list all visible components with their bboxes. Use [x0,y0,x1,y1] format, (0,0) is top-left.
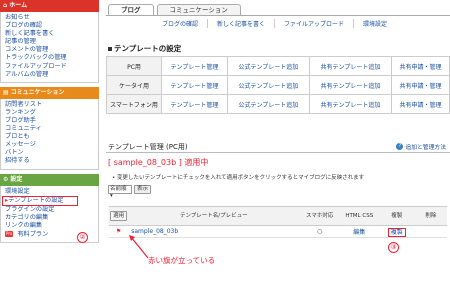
help-link[interactable]: ? 追加と管理方法 [396,142,446,151]
table-header-row: 適用 テンプレート名/プレビュー スマホ対応 HTML CSS 複製 削除 [109,206,447,226]
mobile-shared-template-add-link[interactable]: 共有テンプレート追加 [308,75,392,95]
mobile-template-manage-link[interactable]: テンプレート管理 [161,75,228,95]
sidebar-item-template-settings[interactable]: ▸テンプレートの設定 [2,195,78,206]
pro-badge: Pro [5,231,14,238]
pc-template-manage-link[interactable]: テンプレート管理 [161,56,228,76]
sidebar-item-blog-check[interactable]: ブログの確認 [5,22,98,30]
row-label-mobile: ケータイ用 [106,75,162,95]
smartphone-header: スマホ対応 [299,206,341,226]
row-label-smartphone: スマートフォン用 [106,94,162,114]
template-manage-title: テンプレート管理 (PC用) [108,143,188,151]
sp-shared-template-add-link[interactable]: 共有テンプレート追加 [308,94,392,114]
home-menu: お知らせ ブログの確認 新しく記事を書く 記事の管理 コメントの管理 トラックバ… [0,12,99,83]
sidebar-item-env-settings[interactable]: 環境設定 [5,188,98,196]
square-bullet-icon [108,47,112,51]
copy-header: 複製 [378,206,415,226]
sidebar-item-link-edit[interactable]: リンクの編集 [5,222,98,230]
subnav-file-upload[interactable]: ファイルアップロード [284,19,355,28]
name-header: テンプレート名/プレビュー [128,206,300,226]
tab-blog[interactable]: ブログ [108,4,154,15]
sidebar-item-plugin-settings[interactable]: プラグインの設定 [5,206,98,214]
help-link-label: 追加と管理方法 [405,145,446,151]
smartphone-support-mark: ○ [299,225,341,238]
instruction-note-text: 変更したいテンプレートにチェックを入れて適用ボタンをクリックするとマイブログに反… [117,175,365,181]
sidebar-item-message[interactable]: メッセージ [5,141,98,149]
apply-button[interactable]: 適用 [110,210,128,222]
callout-2: ② [77,232,88,243]
chat-icon: ▤ [3,88,9,96]
sidebar-item-trackback-manage[interactable]: トラックバックの管理 [5,54,98,62]
sub-navigation: ブログの確認 新しく記事を書く ファイルアップロード 環境設定 [162,19,396,28]
show-button[interactable]: 表示 [134,185,152,194]
gear-icon: ⚙ [3,175,9,183]
sort-controls: 名前順 ▾ 表示 [108,185,152,199]
delete-cell [414,225,447,238]
tab-bar: ブログ コミュニケーション [108,4,241,15]
table-row: ケータイ用 テンプレート管理 公式テンプレート追加 共有テンプレート追加 共有申… [106,75,450,95]
sidebar-item-blog-assistant[interactable]: ブログ助手 [5,117,98,125]
template-settings-heading-text: テンプレートの設定 [114,44,182,53]
pc-shared-template-add-link[interactable]: 共有テンプレート追加 [308,56,392,76]
sp-official-template-add-link[interactable]: 公式テンプレート追加 [226,94,310,114]
home-section-header: ⌂ ホーム [0,0,99,12]
mobile-official-template-add-link[interactable]: 公式テンプレート追加 [226,75,310,95]
sidebar-item-community[interactable]: コミュニティ [5,125,98,133]
apply-header: 適用 [109,206,129,226]
settings-section-header: ⚙ 設定 [0,173,99,186]
row-label-pc: PC用 [106,56,162,76]
chevron-down-icon: ▾ [110,193,113,199]
sort-select[interactable]: 名前順 ▾ [108,185,132,199]
sidebar-item-visitors[interactable]: 訪問者リスト [5,101,98,109]
sidebar-item-invite[interactable]: 招待する [5,157,98,165]
delete-header: 削除 [414,206,447,226]
subnav-new-post[interactable]: 新しく記事を書く [217,19,276,28]
settings-section-title: 設定 [10,175,23,183]
template-settings-label: テンプレートの設定 [8,196,64,204]
red-flag-icon: ⚑ [115,228,122,235]
table-row: スマートフォン用 テンプレート管理 公式テンプレート追加 共有テンプレート追加 … [106,94,450,114]
sidebar-item-album-manage[interactable]: アルバムの管理 [5,71,98,79]
pc-share-request-link[interactable]: 共有申請・管理 [390,56,450,76]
home-section-title: ホーム [9,2,28,9]
subnav-blog-check[interactable]: ブログの確認 [162,19,209,28]
copy-cell: 複製 [378,225,415,238]
sidebar-item-ranking[interactable]: ランキング [5,109,98,117]
current-template: [ sample_08_03b ] 適用中 [108,158,209,167]
sidebar-item-category-edit[interactable]: カテゴリの編集 [5,214,98,222]
paid-plan-label: 有料プラン [17,230,49,238]
sidebar-item-protomo[interactable]: プロとも [5,133,98,141]
question-icon: ? [396,143,404,150]
community-menu: 訪問者リスト ランキング ブログ助手 コミュニティ プロとも メッセージ バトン… [0,98,99,170]
community-section-title: コミュニケーション [10,88,65,96]
template-settings-table: PC用 テンプレート管理 公式テンプレート追加 共有テンプレート追加 共有申請・… [106,56,450,114]
sp-template-manage-link[interactable]: テンプレート管理 [161,94,228,114]
edit-link[interactable]: 編集 [340,225,379,238]
annotation-text: 赤い旗が立っている [148,256,216,265]
template-settings-heading: テンプレートの設定 [108,43,181,54]
callout-3: ③ [388,242,399,253]
home-icon: ⌂ [3,2,8,9]
sidebar: ⌂ ホーム お知らせ ブログの確認 新しく記事を書く 記事の管理 コメントの管理… [0,0,99,287]
pc-official-template-add-link[interactable]: 公式テンプレート追加 [226,56,310,76]
copy-link[interactable]: 複製 [387,228,406,237]
mobile-share-request-link[interactable]: 共有申請・管理 [390,75,450,95]
table-row: PC用 テンプレート管理 公式テンプレート追加 共有テンプレート追加 共有申請・… [106,56,450,76]
sort-select-value: 名前順 [110,186,127,192]
sp-share-request-link[interactable]: 共有申請・管理 [390,94,450,114]
tab-communication[interactable]: コミュニケーション [156,4,241,15]
html-css-header: HTML CSS [340,206,379,226]
sidebar-item-notice[interactable]: お知らせ [5,14,98,22]
subnav-env-settings[interactable]: 環境設定 [363,19,396,28]
community-section-header: ▤ コミュニケーション [0,86,99,99]
sidebar-item-file-upload[interactable]: ファイルアップロード [5,63,98,71]
instruction-note: • 変更したいテンプレートにチェックを入れて適用ボタンをクリックするとマイブログ… [112,175,365,181]
flag-cell: ⚑ [109,225,129,238]
